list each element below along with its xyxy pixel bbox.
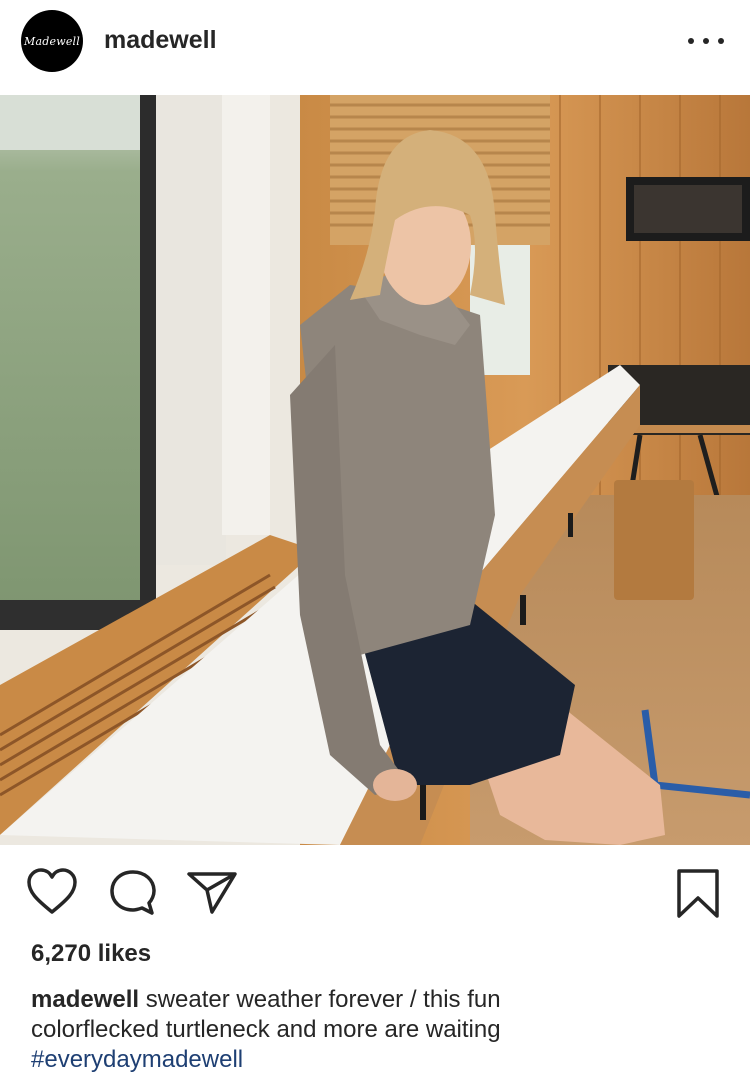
post-caption: madewell sweater weather forever / this … [31,985,731,1075]
heart-icon[interactable] [26,868,78,921]
author-username[interactable]: madewell [104,26,217,55]
caption-line-1: sweater weather forever / this fun [145,986,501,1013]
bookmark-icon[interactable] [676,868,720,925]
post-photo[interactable] [0,95,750,845]
caption-line-2: colorflecked turtleneck and more are wai… [31,1016,501,1043]
speech-bubble-icon[interactable] [108,868,158,923]
more-dots-icon[interactable] [688,36,724,46]
post-actions [0,860,750,930]
caption-author[interactable]: madewell [31,986,139,1013]
paper-plane-icon[interactable] [186,868,238,921]
hashtag-link[interactable]: #everydaymadewell [31,1046,243,1073]
avatar[interactable]: Madewell [21,10,83,72]
avatar-logo-text: Madewell [24,34,80,48]
post-header: Madewell madewell [0,0,750,95]
like-count[interactable]: 6,270 likes [31,940,151,968]
